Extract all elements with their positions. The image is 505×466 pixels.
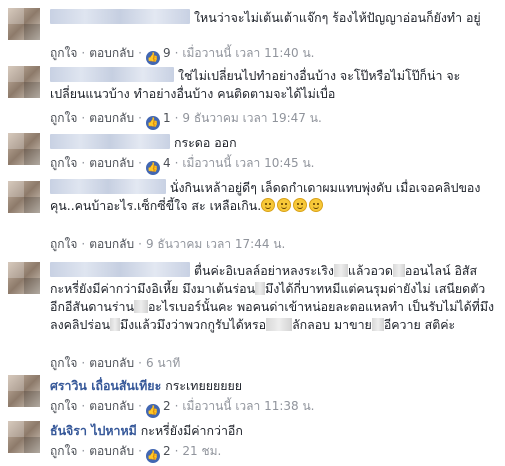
comment-actions: ถูกใจ · ตอบกลับ · 👍 1 · 9 ธันวาคม เวลา 19:47 น. — [50, 111, 322, 130]
censor-block — [109, 318, 120, 331]
avatar[interactable] — [8, 8, 40, 40]
censor-block — [255, 282, 266, 295]
comment-actions: ถูกใจ · ตอบกลับ · 👍 9 · เมื่อวานนี้ เวลา 11:40 … — [50, 46, 315, 65]
timestamp[interactable]: 9 ธันวาคม เวลา 17:44 น. — [146, 237, 285, 251]
thumbs-up-icon[interactable]: 👍 — [145, 161, 160, 175]
blurred-commenter-name[interactable] — [50, 262, 190, 277]
comment-text: ใหนว่าจะไม่เต้นเต้าแจ๊กๆ ร้องไห้ปัญญาอ่อ… — [194, 10, 481, 25]
timestamp[interactable]: เมื่อวานนี้ เวลา 11:38 น. — [182, 399, 314, 413]
comment-body: นั่งกินเหล้าอยู่ดีๆ เล็ดดกำเดาผมแทบพุ่งด… — [50, 179, 495, 215]
comment-body: ศราวิน เถื่อนสันเทียะ กระเทยยยยยย — [50, 377, 495, 395]
thumbs-up-icon[interactable]: 👍 — [145, 51, 160, 65]
timestamp[interactable]: 21 ชม. — [182, 444, 221, 458]
comment-actions: ถูกใจ · ตอบกลับ · 👍 2 · เมื่อวานนี้ เวลา 11:38 … — [50, 399, 315, 418]
like-link[interactable]: ถูกใจ — [50, 356, 77, 370]
comment-text: ตื่นค่ะอิเบลล์อย่าหลงระเริง — [194, 263, 334, 278]
censor-block — [266, 318, 293, 331]
reply-link[interactable]: ตอบกลับ — [89, 237, 134, 251]
like-link[interactable]: ถูกใจ — [50, 399, 77, 413]
comment-text: กระเทยยยยยย — [165, 378, 243, 393]
commenter-name[interactable]: ธันจิรา ไปหาหมี — [50, 423, 137, 438]
thumbs-up-icon[interactable]: 👍 — [145, 449, 160, 463]
comment-body: ธันจิรา ไปหาหมี กะหรี่ยังมีค่ากว่าอีก — [50, 422, 495, 440]
grinning-emoji-icon — [309, 198, 324, 212]
like-count[interactable]: 9 — [163, 46, 171, 60]
comment-body: ใหนว่าจะไม่เต้นเต้าแจ๊กๆ ร้องไห้ปัญญาอ่อ… — [50, 9, 495, 27]
censor-block — [133, 300, 148, 313]
thumbs-up-icon[interactable]: 👍 — [145, 404, 160, 418]
reply-link[interactable]: ตอบกลับ — [89, 156, 134, 170]
emoji-row — [261, 198, 325, 213]
grinning-emoji-icon — [293, 198, 308, 212]
like-link[interactable]: ถูกใจ — [50, 111, 77, 125]
comment-actions: ถูกใจ · ตอบกลับ · 👍 4 · เมื่อวานนี้ เวลา 10:45 … — [50, 156, 315, 175]
avatar[interactable] — [8, 66, 40, 98]
comment-body: กระดอ ออก — [50, 134, 495, 152]
comment-actions: ถูกใจ · ตอบกลับ · 👍 2 · 21 ชม. — [50, 444, 222, 463]
like-link[interactable]: ถูกใจ — [50, 156, 77, 170]
comment-body: ใช่ไม่เปลี่ยนไปทำอย่างอื่นบ้าง จะโป๊หรือ… — [50, 67, 495, 103]
thumbs-up-icon[interactable]: 👍 — [145, 116, 160, 130]
reply-link[interactable]: ตอบกลับ — [89, 46, 134, 60]
like-count[interactable]: 2 — [163, 444, 171, 458]
blurred-commenter-name[interactable] — [50, 9, 190, 24]
comment-text: มึงแล้วมึงว่าพวกกูรับได้หรอ — [119, 317, 267, 332]
blurred-commenter-name[interactable] — [50, 67, 174, 82]
reply-link[interactable]: ตอบกลับ — [89, 111, 134, 125]
like-count[interactable]: 4 — [163, 156, 171, 170]
reply-link[interactable]: ตอบกลับ — [89, 399, 134, 413]
like-count[interactable]: 1 — [163, 111, 171, 125]
like-link[interactable]: ถูกใจ — [50, 46, 77, 60]
comment-actions: ถูกใจ · ตอบกลับ · 9 ธันวาคม เวลา 17:44 น. — [50, 237, 286, 251]
reply-link[interactable]: ตอบกลับ — [89, 444, 134, 458]
censor-block — [392, 264, 405, 277]
timestamp[interactable]: 9 ธันวาคม เวลา 19:47 น. — [182, 111, 321, 125]
like-link[interactable]: ถูกใจ — [50, 237, 77, 251]
commenter-name[interactable]: ศราวิน เถื่อนสันเทียะ — [50, 378, 161, 393]
comment-actions: ถูกใจ · ตอบกลับ · 6 นาที — [50, 356, 181, 370]
comment-text: ลักลอบ มาขาย — [292, 317, 372, 332]
censor-block — [333, 264, 348, 277]
timestamp[interactable]: เมื่อวานนี้ เวลา 11:40 น. — [182, 46, 314, 60]
grinning-emoji-icon — [277, 198, 292, 212]
comment-text: อีควาย สติค่ะ — [383, 317, 456, 332]
like-count[interactable]: 2 — [163, 399, 171, 413]
blurred-commenter-name[interactable] — [50, 134, 170, 149]
blurred-commenter-name[interactable] — [50, 179, 166, 194]
like-link[interactable]: ถูกใจ — [50, 444, 77, 458]
avatar[interactable] — [8, 375, 40, 407]
comment-text: กะหรี่ยังมีค่ากว่าอีก — [140, 423, 243, 438]
reply-link[interactable]: ตอบกลับ — [89, 356, 134, 370]
censor-block — [371, 318, 384, 331]
avatar[interactable] — [8, 181, 40, 213]
avatar[interactable] — [8, 133, 40, 165]
timestamp[interactable]: 6 นาที — [146, 356, 180, 370]
comment-text: กระดอ ออก — [174, 135, 237, 150]
comment-text: แล้วอวด — [347, 263, 393, 278]
comment-body: ตื่นค่ะอิเบลล์อย่าหลงระเริง แล้วอวด ออนไลน… — [50, 262, 495, 334]
avatar[interactable] — [8, 262, 40, 294]
timestamp[interactable]: เมื่อวานนี้ เวลา 10:45 น. — [182, 156, 314, 170]
avatar[interactable] — [8, 421, 40, 453]
grinning-emoji-icon — [261, 198, 276, 212]
